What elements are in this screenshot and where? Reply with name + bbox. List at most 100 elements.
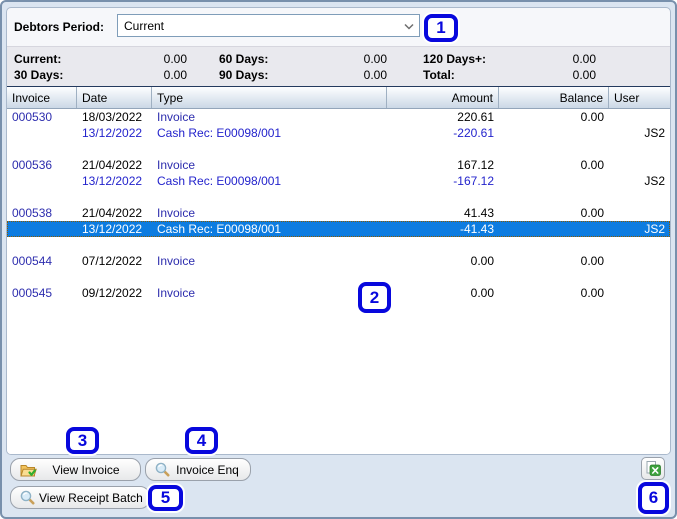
cell-invoice bbox=[7, 221, 77, 237]
summary-current-label: Current: bbox=[14, 52, 62, 66]
cell-invoice: 000538 bbox=[12, 206, 53, 220]
cell-amount: -167.12 bbox=[453, 174, 494, 188]
column-header-invoice[interactable]: Invoice bbox=[7, 87, 77, 108]
magnifier-icon bbox=[155, 462, 170, 477]
summary-90days-label: 90 Days: bbox=[219, 68, 269, 82]
table-row[interactable]: 000544 07/12/2022 Invoice 0.00 0.00 bbox=[7, 253, 670, 269]
cell-balance: 0.00 bbox=[580, 254, 604, 268]
cell-user: JS2 bbox=[644, 222, 665, 236]
cell-date: 21/04/2022 bbox=[82, 158, 143, 172]
excel-export-icon bbox=[646, 461, 661, 476]
table-row[interactable]: 000545 09/12/2022 Invoice 0.00 0.00 bbox=[7, 285, 670, 301]
cell-amount: 41.43 bbox=[463, 206, 494, 220]
invoice-enq-label: Invoice Enq bbox=[176, 462, 239, 477]
annotation-2: 2 bbox=[358, 282, 391, 313]
cell-amount: 0.00 bbox=[470, 286, 494, 300]
table-row[interactable]: 000536 21/04/2022 Invoice 167.12 0.00 bbox=[7, 157, 670, 173]
cell-balance bbox=[499, 221, 609, 237]
cell-date: 13/12/2022 bbox=[82, 126, 143, 140]
table-row-blank bbox=[7, 237, 670, 253]
cell-invoice: 000544 bbox=[12, 254, 53, 268]
column-header-date[interactable]: Date bbox=[77, 87, 152, 108]
cell-user bbox=[609, 109, 670, 125]
cell-invoice bbox=[7, 125, 77, 141]
view-receipt-batch-button[interactable]: View Receipt Batch bbox=[10, 486, 150, 509]
debtors-period-dropdown[interactable]: Current bbox=[117, 14, 420, 37]
summary-90days-value: 0.00 bbox=[363, 68, 387, 82]
annotation-6: 6 bbox=[638, 482, 669, 514]
debtors-enquiry-window: Debtors Period: Current Current: 0.00 60… bbox=[0, 0, 677, 519]
summary-60days-label: 60 Days: bbox=[219, 52, 269, 66]
cell-type: Invoice bbox=[157, 206, 196, 220]
table-row[interactable]: 000538 21/04/2022 Invoice 41.43 0.00 bbox=[7, 205, 670, 221]
column-header-user[interactable]: User bbox=[609, 87, 670, 108]
annotation-3: 3 bbox=[66, 427, 99, 454]
summary-total-value: 0.00 bbox=[572, 68, 596, 82]
summary-total-label: Total: bbox=[423, 68, 455, 82]
table-row-blank bbox=[7, 269, 670, 285]
annotation-4: 4 bbox=[185, 427, 218, 454]
cell-date: 18/03/2022 bbox=[82, 110, 143, 124]
cell-user: JS2 bbox=[644, 126, 665, 140]
column-header-amount[interactable]: Amount bbox=[387, 87, 499, 108]
cell-invoice bbox=[7, 173, 77, 189]
cell-amount: -220.61 bbox=[453, 126, 494, 140]
view-receipt-batch-label: View Receipt Batch bbox=[39, 490, 143, 505]
cell-date: 13/12/2022 bbox=[82, 222, 143, 236]
debtors-groupbox: Debtors Period: Current Current: 0.00 60… bbox=[6, 7, 671, 455]
invoice-transactions-table: Invoice Date Type Amount Balance User 00… bbox=[7, 86, 670, 454]
cell-type: Invoice bbox=[157, 254, 196, 268]
cell-invoice: 000545 bbox=[12, 286, 53, 300]
cell-type: Cash Rec: E00098/001 bbox=[157, 126, 282, 140]
folder-open-icon bbox=[20, 463, 37, 477]
cell-type: Cash Rec: E00098/001 bbox=[157, 222, 282, 236]
annotation-5: 5 bbox=[148, 485, 183, 511]
table-row[interactable]: 13/12/2022 Cash Rec: E00098/001 -167.12 JS2 bbox=[7, 173, 670, 189]
ageing-summary-panel: Current: 0.00 60 Days: 0.00 120 Days+: 0… bbox=[7, 46, 670, 86]
cell-invoice: 000530 bbox=[12, 110, 53, 124]
table-row[interactable]: 000530 18/03/2022 Invoice 220.61 0.00 bbox=[7, 109, 670, 125]
cell-type: Invoice bbox=[157, 158, 196, 172]
cell-invoice: 000536 bbox=[12, 158, 53, 172]
cell-balance: 0.00 bbox=[580, 158, 604, 172]
invoice-table-body: 000530 18/03/2022 Invoice 220.61 0.00 13/12/2… bbox=[7, 109, 670, 301]
cell-balance bbox=[499, 173, 609, 189]
column-header-balance[interactable]: Balance bbox=[499, 87, 609, 108]
debtors-period-value: Current bbox=[124, 18, 165, 33]
invoice-enq-button[interactable]: Invoice Enq bbox=[145, 458, 251, 481]
table-row[interactable]: 13/12/2022 Cash Rec: E00098/001 -220.61 JS2 bbox=[7, 125, 670, 141]
cell-balance: 0.00 bbox=[580, 206, 604, 220]
annotation-1: 1 bbox=[424, 14, 458, 42]
summary-30days-value: 0.00 bbox=[163, 68, 187, 82]
export-to-excel-button[interactable] bbox=[641, 457, 665, 480]
cell-amount: 220.61 bbox=[457, 110, 494, 124]
cell-balance bbox=[499, 125, 609, 141]
summary-120days-value: 0.00 bbox=[572, 52, 596, 66]
cell-amount: -41.43 bbox=[459, 222, 494, 236]
cell-user bbox=[609, 205, 670, 221]
cell-date: 13/12/2022 bbox=[82, 174, 143, 188]
cell-date: 07/12/2022 bbox=[82, 254, 143, 268]
cell-user bbox=[609, 157, 670, 173]
summary-120days-label: 120 Days+: bbox=[423, 52, 487, 66]
cell-amount: 167.12 bbox=[457, 158, 494, 172]
summary-60days-value: 0.00 bbox=[363, 52, 387, 66]
column-header-type[interactable]: Type bbox=[152, 87, 387, 108]
cell-balance: 0.00 bbox=[580, 286, 604, 300]
cell-type: Invoice bbox=[157, 286, 196, 300]
cell-user: JS2 bbox=[644, 174, 665, 188]
view-invoice-label: View Invoice bbox=[52, 462, 120, 477]
magnifier-icon bbox=[20, 490, 35, 505]
cell-balance: 0.00 bbox=[580, 110, 604, 124]
chevron-down-icon[interactable] bbox=[403, 23, 415, 31]
debtors-period-label: Debtors Period: bbox=[14, 20, 105, 34]
cell-date: 21/04/2022 bbox=[82, 206, 143, 220]
cell-type: Invoice bbox=[157, 110, 196, 124]
cell-user bbox=[609, 285, 670, 301]
cell-type: Cash Rec: E00098/001 bbox=[157, 174, 282, 188]
cell-amount: 0.00 bbox=[470, 254, 494, 268]
view-invoice-button[interactable]: View Invoice bbox=[10, 458, 141, 481]
summary-current-value: 0.00 bbox=[163, 52, 187, 66]
table-header-row: Invoice Date Type Amount Balance User bbox=[7, 87, 670, 109]
table-row[interactable]: 13/12/2022 Cash Rec: E00098/001 -41.43 JS2 bbox=[7, 221, 670, 237]
